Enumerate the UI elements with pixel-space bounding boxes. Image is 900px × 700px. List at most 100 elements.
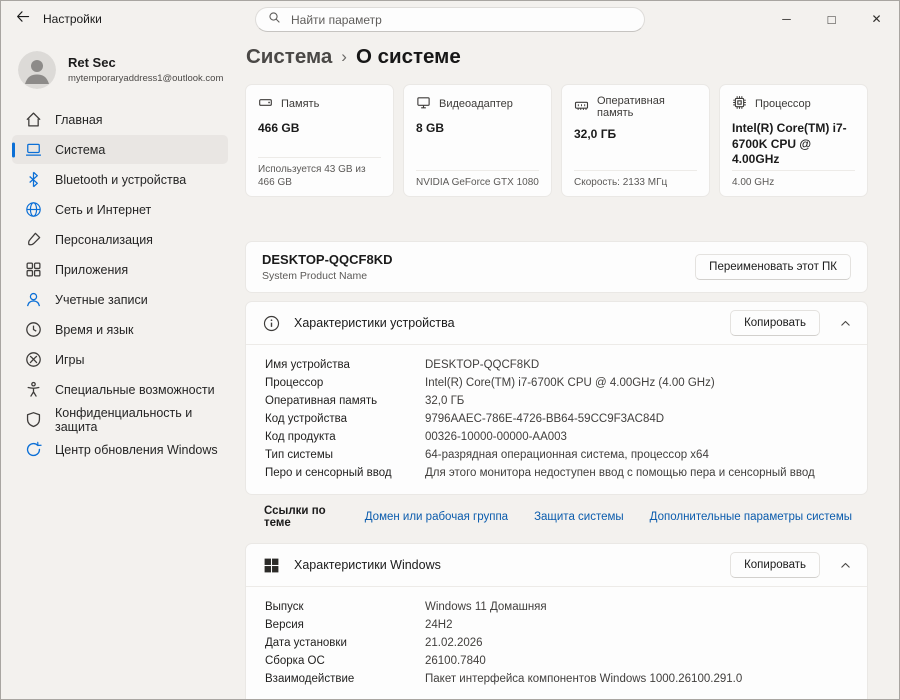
search-icon [268,11,281,29]
sidebar-item-system[interactable]: Система [12,135,228,164]
spec-label: Перо и сенсорный ввод [265,467,392,479]
sidebar-item-label: Система [55,142,106,157]
person-icon [25,291,42,308]
spec-value: 26100.7840 [425,655,486,667]
sidebar-item-accessibility[interactable]: Специальные возможности [12,375,228,404]
sidebar-item-label: Сеть и Интернет [55,202,152,217]
maximize-icon[interactable]: □ [809,1,854,37]
spec-row: Дата установки 21.02.2026 [265,634,851,652]
link-advanced-system-settings[interactable]: Дополнительные параметры системы [650,511,852,523]
card-value: Intel(R) Core(TM) i7-6700K CPU @ 4.00GHz [732,121,847,167]
related-links-title: Ссылки по теме [264,505,326,529]
device-product: System Product Name [262,270,368,282]
sidebar-item-personalization[interactable]: Персонализация [12,225,228,254]
spec-value: Windows 11 Домашняя [425,601,547,613]
info-icon [263,315,280,332]
sidebar-item-apps[interactable]: Приложения [12,255,228,284]
sidebar-item-label: Персонализация [55,232,153,247]
copy-windows-specs-button[interactable]: Копировать [730,552,820,578]
chevron-up-icon[interactable] [839,317,852,330]
sidebar-item-label: Центр обновления Windows [55,442,218,457]
settings-window: Настройки ─ □ ✕ Ret Sec mytemporaryaddre… [0,0,900,700]
device-specs-header[interactable]: Характеристики устройства Копировать [246,302,867,344]
titlebar: Настройки ─ □ ✕ [1,1,899,37]
user-profile[interactable]: Ret Sec mytemporaryaddress1@outlook.com [18,51,229,89]
spec-value: Intel(R) Core(TM) i7-6700K CPU @ 4.00GHz… [425,377,715,389]
close-icon[interactable]: ✕ [854,1,899,37]
spec-row: Версия 24H2 [265,616,851,634]
link-system-protection[interactable]: Защита системы [534,511,624,523]
system-icon [25,141,42,158]
spec-row: Перо и сенсорный ввод Для этого монитора… [265,464,851,482]
spec-label: Тип системы [265,449,333,461]
spec-row: Имя устройства DESKTOP-QQCF8KD [265,356,851,374]
sidebar-item-home[interactable]: Главная [12,105,228,134]
sidebar-item-privacy-security[interactable]: Конфиденциальность и защита [12,405,228,434]
sidebar-item-bluetooth-devices[interactable]: Bluetooth и устройства [12,165,228,194]
breadcrumb-parent[interactable]: Система [246,45,332,69]
minimize-icon[interactable]: ─ [764,1,809,37]
app-title: Настройки [43,12,102,26]
update-arrows-icon [25,441,42,458]
copy-device-specs-button[interactable]: Копировать [730,310,820,336]
sidebar-item-time-language[interactable]: Время и язык [12,315,228,344]
spec-value: 9796AAEC-786E-4726-BB64-59CC9F3AC84D [425,413,665,425]
card-title: Память [281,98,320,110]
shield-icon [25,411,42,428]
card-detail: NVIDIA GeForce GTX 1080 [416,170,539,189]
card-detail: 4.00 GHz [732,170,855,189]
windows-logo-icon [263,557,280,574]
spec-label: Дата установки [265,637,347,649]
related-links: Ссылки по теме Домен или рабочая группа … [245,495,868,537]
avatar [18,51,56,89]
card-value: 8 GB [416,121,445,135]
back-button[interactable] [1,1,43,37]
spec-label: Оперативная память [265,395,378,407]
spec-row: Сборка ОС 26100.7840 [265,652,851,670]
bluetooth-icon [25,171,42,188]
sidebar-item-gaming[interactable]: Игры [12,345,228,374]
card-title: Оперативная память [597,95,665,119]
spec-row: Код продукта 00326-10000-00000-AA003 [265,428,851,446]
home-icon [25,111,42,128]
xbox-icon [25,351,42,368]
sidebar-item-label: Приложения [55,262,129,277]
card-gpu: Видеоадаптер 8 GB NVIDIA GeForce GTX 108… [403,84,552,197]
spec-label: Версия [265,619,304,631]
page-title: О системе [355,45,461,68]
gpu-icon [416,95,431,113]
chevron-up-icon[interactable] [839,559,852,572]
back-arrow-icon [15,9,30,29]
main-content: Система › О системе Память 466 GB Исполь… [239,37,899,699]
personalization-brush-icon [25,231,42,248]
device-name-card: DESKTOP-QQCF8KD System Product Name Пере… [245,241,868,293]
link-domain-workgroup[interactable]: Домен или рабочая группа [365,511,508,523]
section-title: Характеристики Windows [294,558,441,572]
summary-cards: Память 466 GB Используется 43 GB из 466 … [245,84,868,197]
apps-grid-icon [25,261,42,278]
window-content: Ret Sec mytemporaryaddress1@outlook.com … [1,37,899,699]
user-name: Ret Sec [68,55,116,71]
spec-label: Код продукта [265,431,336,443]
spec-value: Пакет интерфейса компонентов Windows 100… [425,673,743,685]
card-value: 466 GB [258,121,300,135]
spec-label: Выпуск [265,601,304,613]
windows-specs-header[interactable]: Характеристики Windows Копировать [246,544,867,586]
rename-pc-button[interactable]: Переименовать этот ПК [695,254,851,280]
sidebar-item-network-internet[interactable]: Сеть и Интернет [12,195,228,224]
sidebar-item-accounts[interactable]: Учетные записи [12,285,228,314]
card-title: Видеоадаптер [439,98,513,110]
spec-value: 64-разрядная операционная система, проце… [425,449,709,461]
spec-row: Код устройства 9796AAEC-786E-4726-BB64-5… [265,410,851,428]
card-detail: Скорость: 2133 МГц [574,170,697,189]
search-box[interactable] [255,7,645,32]
search-input[interactable] [289,11,632,28]
sidebar-item-label: Специальные возможности [55,382,215,397]
spec-row: Оперативная память 32,0 ГБ [265,392,851,410]
accessibility-person-icon [25,381,42,398]
spec-label: Имя устройства [265,359,350,371]
card-ram: Оперативная память 32,0 ГБ Скорость: 213… [561,84,710,197]
sidebar-item-windows-update[interactable]: Центр обновления Windows [12,435,228,464]
card-storage: Память 466 GB Используется 43 GB из 466 … [245,84,394,197]
spec-row: Выпуск Windows 11 Домашняя [265,598,851,616]
